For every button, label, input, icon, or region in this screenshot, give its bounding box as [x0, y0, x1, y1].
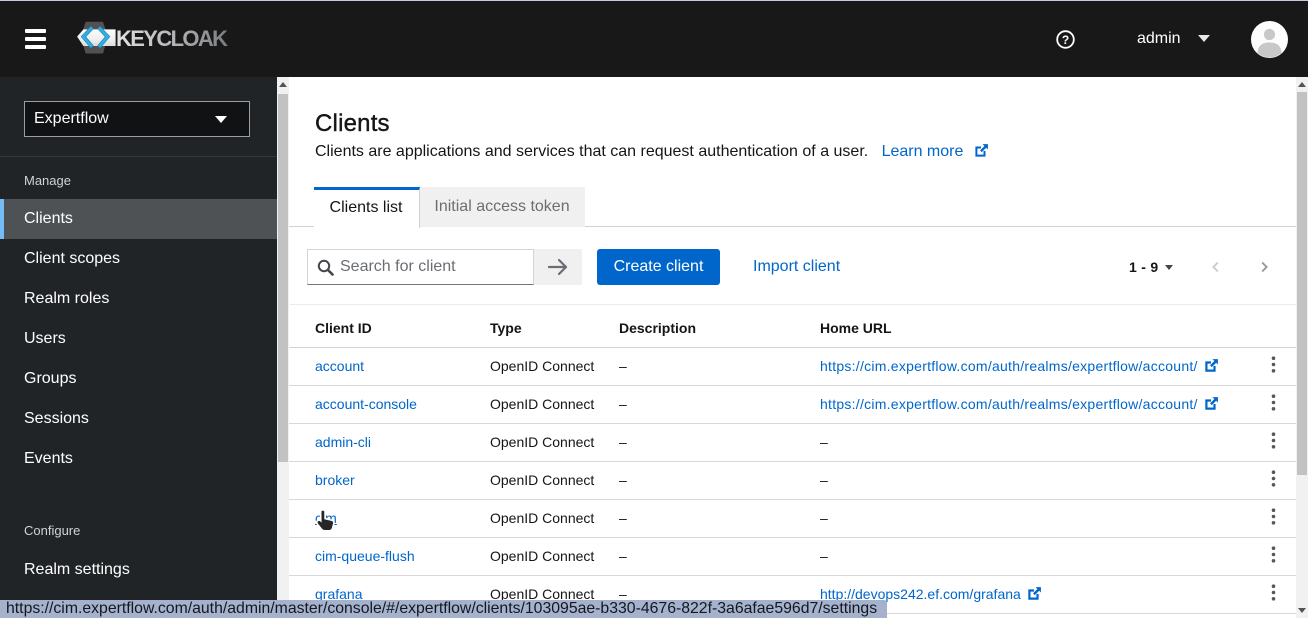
svg-text:KEYCLOAK: KEYCLOAK [116, 26, 228, 51]
svg-text:?: ? [1062, 33, 1069, 47]
